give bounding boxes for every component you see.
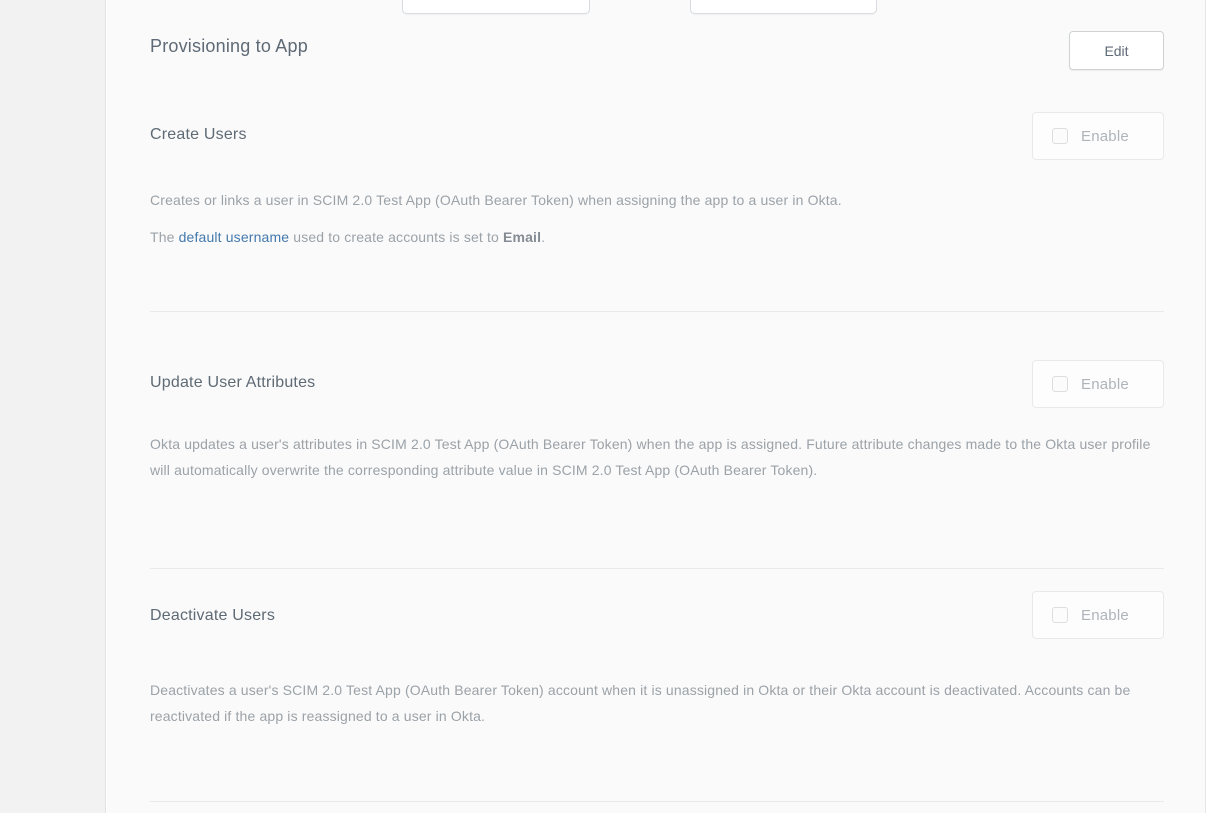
okta-provisioning-page: Provisioning to App Edit Create Users En… [0,0,1212,820]
enable-toggle-deactivate-users[interactable]: Enable [1032,591,1164,639]
enable-label: Enable [1081,607,1129,624]
create-users-description: Creates or links a user in SCIM 2.0 Test… [150,187,1162,213]
left-sidebar-gutter [0,0,106,813]
create-users-note: The default username used to create acco… [150,224,1162,250]
note-suffix: . [541,229,545,245]
section-title-deactivate-users: Deactivate Users [150,607,275,625]
enable-label: Enable [1081,376,1129,393]
enable-checkbox-deactivate-users[interactable] [1052,607,1068,623]
enable-toggle-update-user-attributes[interactable]: Enable [1032,360,1164,408]
enable-label: Enable [1081,128,1129,145]
note-prefix: The [150,229,179,245]
truncated-field-left[interactable] [402,0,590,14]
section-title-update-user-attributes: Update User Attributes [150,374,315,392]
default-username-link[interactable]: default username [179,229,290,245]
enable-checkbox-create-users[interactable] [1052,128,1068,144]
note-middle: used to create accounts is set to [289,229,503,245]
note-email-value: Email [503,229,541,245]
panel-title: Provisioning to App [150,36,308,57]
section-title-create-users: Create Users [150,126,247,144]
section-divider [150,568,1164,569]
section-divider [150,801,1164,802]
edit-button[interactable]: Edit [1069,31,1164,70]
enable-checkbox-update-user-attributes[interactable] [1052,376,1068,392]
update-user-attributes-description: Okta updates a user's attributes in SCIM… [150,431,1162,483]
section-divider [150,311,1164,312]
provisioning-panel: Provisioning to App Edit Create Users En… [107,0,1206,813]
enable-toggle-create-users[interactable]: Enable [1032,112,1164,160]
deactivate-users-description: Deactivates a user's SCIM 2.0 Test App (… [150,677,1162,729]
truncated-field-right[interactable] [690,0,877,14]
